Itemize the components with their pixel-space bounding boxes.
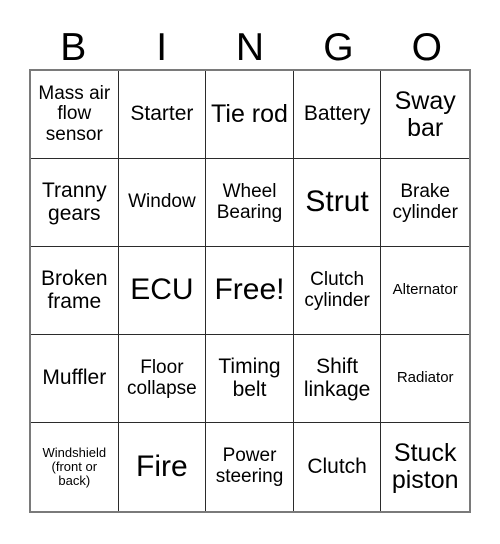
bingo-cell-label: Floor collapse xyxy=(127,356,197,399)
bingo-cell-label: Clutch xyxy=(307,454,367,478)
bingo-cell[interactable]: Stuck piston xyxy=(381,423,469,511)
bingo-cell-label: Muffler xyxy=(42,366,107,390)
bingo-cell[interactable]: Windshield (front or back) xyxy=(31,423,119,511)
bingo-cell-label: Starter xyxy=(130,102,194,126)
bingo-cell[interactable]: Mass air flow sensor xyxy=(31,71,119,159)
bingo-cell[interactable]: Broken frame xyxy=(31,247,119,335)
bingo-cell[interactable]: Wheel Bearing xyxy=(206,159,294,247)
bingo-cell-label: Timing belt xyxy=(218,354,281,401)
bingo-cell-label: ECU xyxy=(130,273,194,307)
bingo-cell-label: Brake cylinder xyxy=(392,180,458,223)
bingo-cell-label: Alternator xyxy=(392,281,458,299)
bingo-cell[interactable]: Tie rod xyxy=(206,71,294,159)
bingo-card: B I N G O Mass air flow sensor Starter T… xyxy=(29,14,471,513)
bingo-header-letter-b: B xyxy=(60,26,87,69)
bingo-cell-label: Broken frame xyxy=(41,266,108,313)
bingo-cell[interactable]: Muffler xyxy=(31,335,119,423)
bingo-cell[interactable]: Floor collapse xyxy=(118,335,207,423)
bingo-cell-label: Fire xyxy=(136,449,188,483)
bingo-cell[interactable]: ECU xyxy=(118,247,207,335)
bingo-cell[interactable]: Battery xyxy=(293,71,382,159)
bingo-cell-label: Free! xyxy=(214,273,285,307)
bingo-cell[interactable]: Window xyxy=(118,159,207,247)
bingo-cell-free[interactable]: Free! xyxy=(206,247,294,335)
bingo-cell-label: Battery xyxy=(303,102,371,126)
bingo-header-letter-i: I xyxy=(156,26,168,69)
bingo-cell[interactable]: Sway bar xyxy=(381,71,469,159)
bingo-header-letter-g: G xyxy=(323,26,354,69)
bingo-cell[interactable]: Radiator xyxy=(381,335,469,423)
bingo-cell-label: Shift linkage xyxy=(303,354,371,401)
bingo-cell-label: Wheel Bearing xyxy=(216,180,283,223)
bingo-header-letter-o: O xyxy=(411,26,442,69)
bingo-cell[interactable]: Timing belt xyxy=(206,335,294,423)
bingo-cell[interactable]: Tranny gears xyxy=(31,159,119,247)
bingo-cell-label: Strut xyxy=(305,185,369,219)
bingo-cell-label: Window xyxy=(128,191,196,213)
bingo-cell-label: Clutch cylinder xyxy=(304,268,370,311)
bingo-cell[interactable]: Fire xyxy=(119,423,207,511)
bingo-cell-label: Tranny gears xyxy=(42,178,107,225)
bingo-cell[interactable]: Clutch cylinder xyxy=(293,247,382,335)
bingo-cell-label: Sway bar xyxy=(394,86,456,142)
bingo-cell[interactable]: Strut xyxy=(293,159,382,247)
bingo-cell[interactable]: Starter xyxy=(118,71,207,159)
bingo-cell-label: Mass air flow sensor xyxy=(38,82,111,145)
bingo-header-row: B I N G O xyxy=(29,14,471,69)
bingo-cell[interactable]: Clutch xyxy=(294,423,382,511)
bingo-cell-label: Windshield (front or back) xyxy=(42,444,107,489)
bingo-cell-label: Tie rod xyxy=(211,100,288,128)
bingo-cell-label: Stuck piston xyxy=(391,439,459,494)
bingo-cell[interactable]: Brake cylinder xyxy=(381,159,469,247)
bingo-cell[interactable]: Alternator xyxy=(381,247,469,335)
bingo-cell-label: Radiator xyxy=(396,369,454,387)
bingo-cell[interactable]: Power steering xyxy=(206,423,294,511)
bingo-cell-label: Power steering xyxy=(215,445,284,487)
bingo-grid: Mass air flow sensor Starter Tie rod Bat… xyxy=(29,69,471,513)
bingo-header-letter-n: N xyxy=(235,26,265,69)
bingo-cell[interactable]: Shift linkage xyxy=(293,335,382,423)
